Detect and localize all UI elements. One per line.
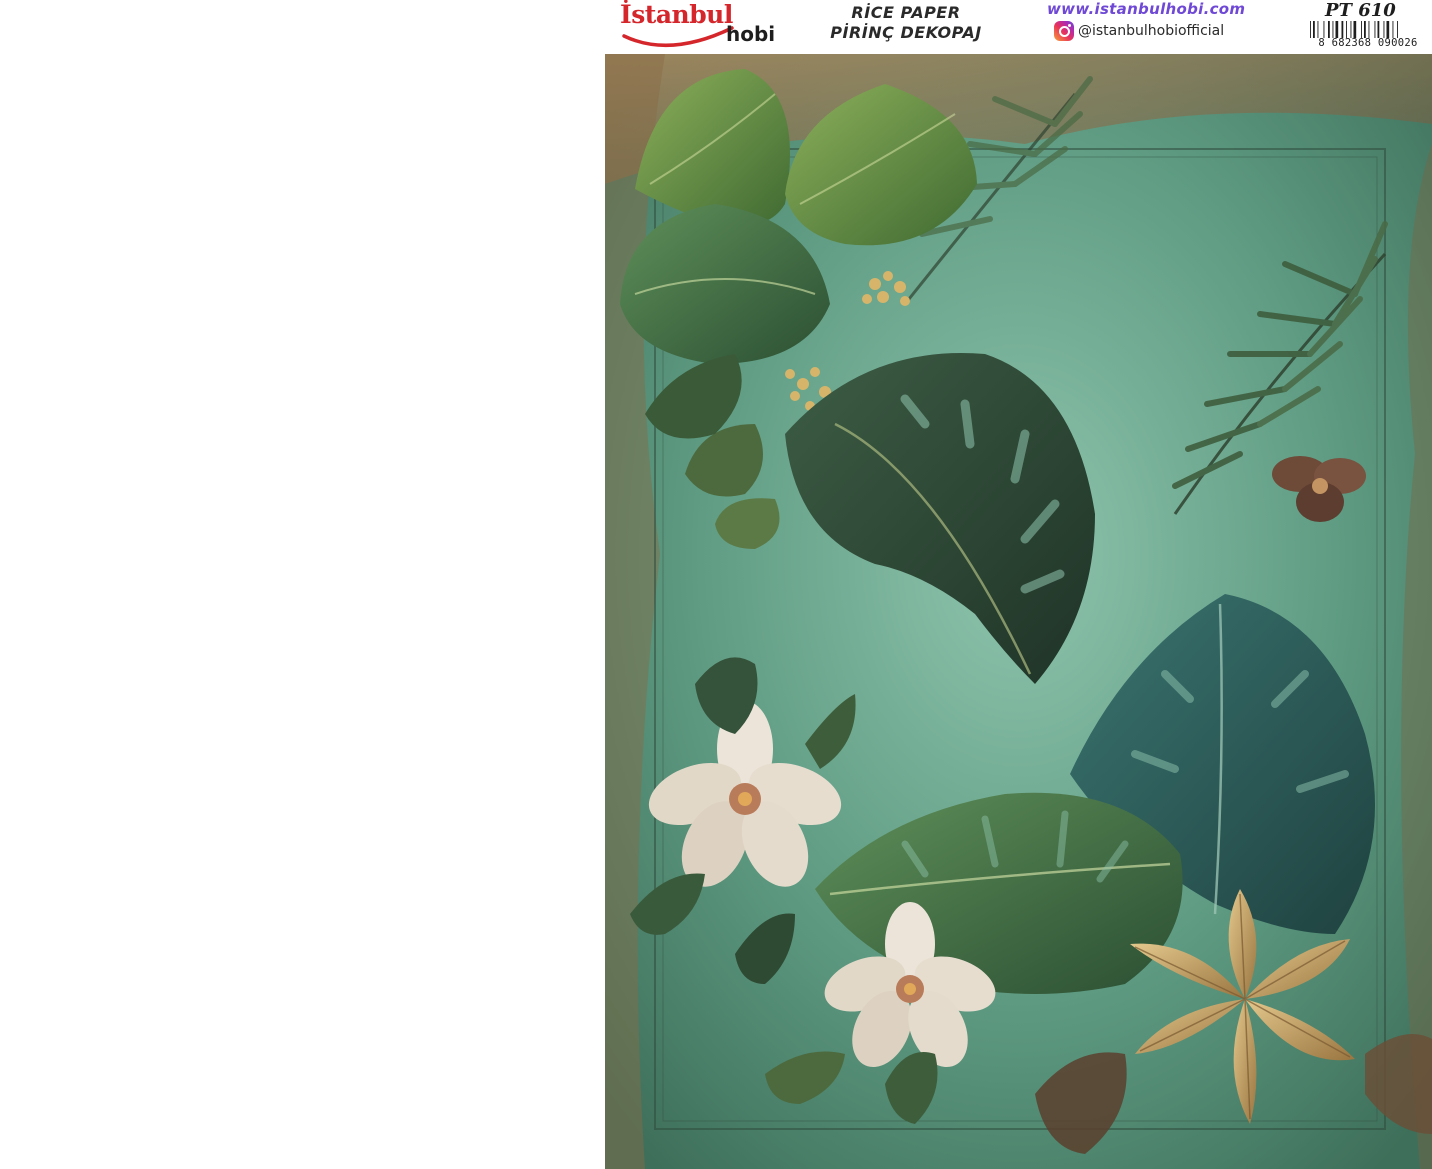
instagram-handle: @istanbulhobiofficial — [1078, 23, 1225, 39]
product-title: RİCE PAPER PİRİNÇ DEKOPAJ — [806, 3, 1006, 43]
title-pirinc-dekopaj: PİRİNÇ DEKOPAJ — [830, 23, 982, 42]
tropical-foliage-illustration — [605, 54, 1432, 1169]
product-code: PT 610 — [1325, 0, 1396, 21]
blank-left-area — [0, 0, 598, 1169]
barcode-number: 8 682368 090026 — [1318, 37, 1418, 49]
brand-logo: İstanbul hobi — [608, 0, 778, 50]
product-header: İstanbul hobi RİCE PAPER PİRİNÇ DEKOPAJ … — [598, 0, 1432, 52]
instagram-link[interactable]: @istanbulhobiofficial — [1054, 20, 1224, 42]
rice-paper-artwork — [605, 54, 1432, 1169]
website-link[interactable]: www.istanbulhobi.com — [1047, 0, 1245, 18]
barcode-icon — [1310, 21, 1398, 38]
logo-text: İstanbul — [620, 0, 733, 29]
instagram-icon — [1054, 21, 1074, 41]
title-rice-paper: RİCE PAPER — [851, 3, 961, 22]
logo-subtext: hobi — [726, 22, 776, 46]
